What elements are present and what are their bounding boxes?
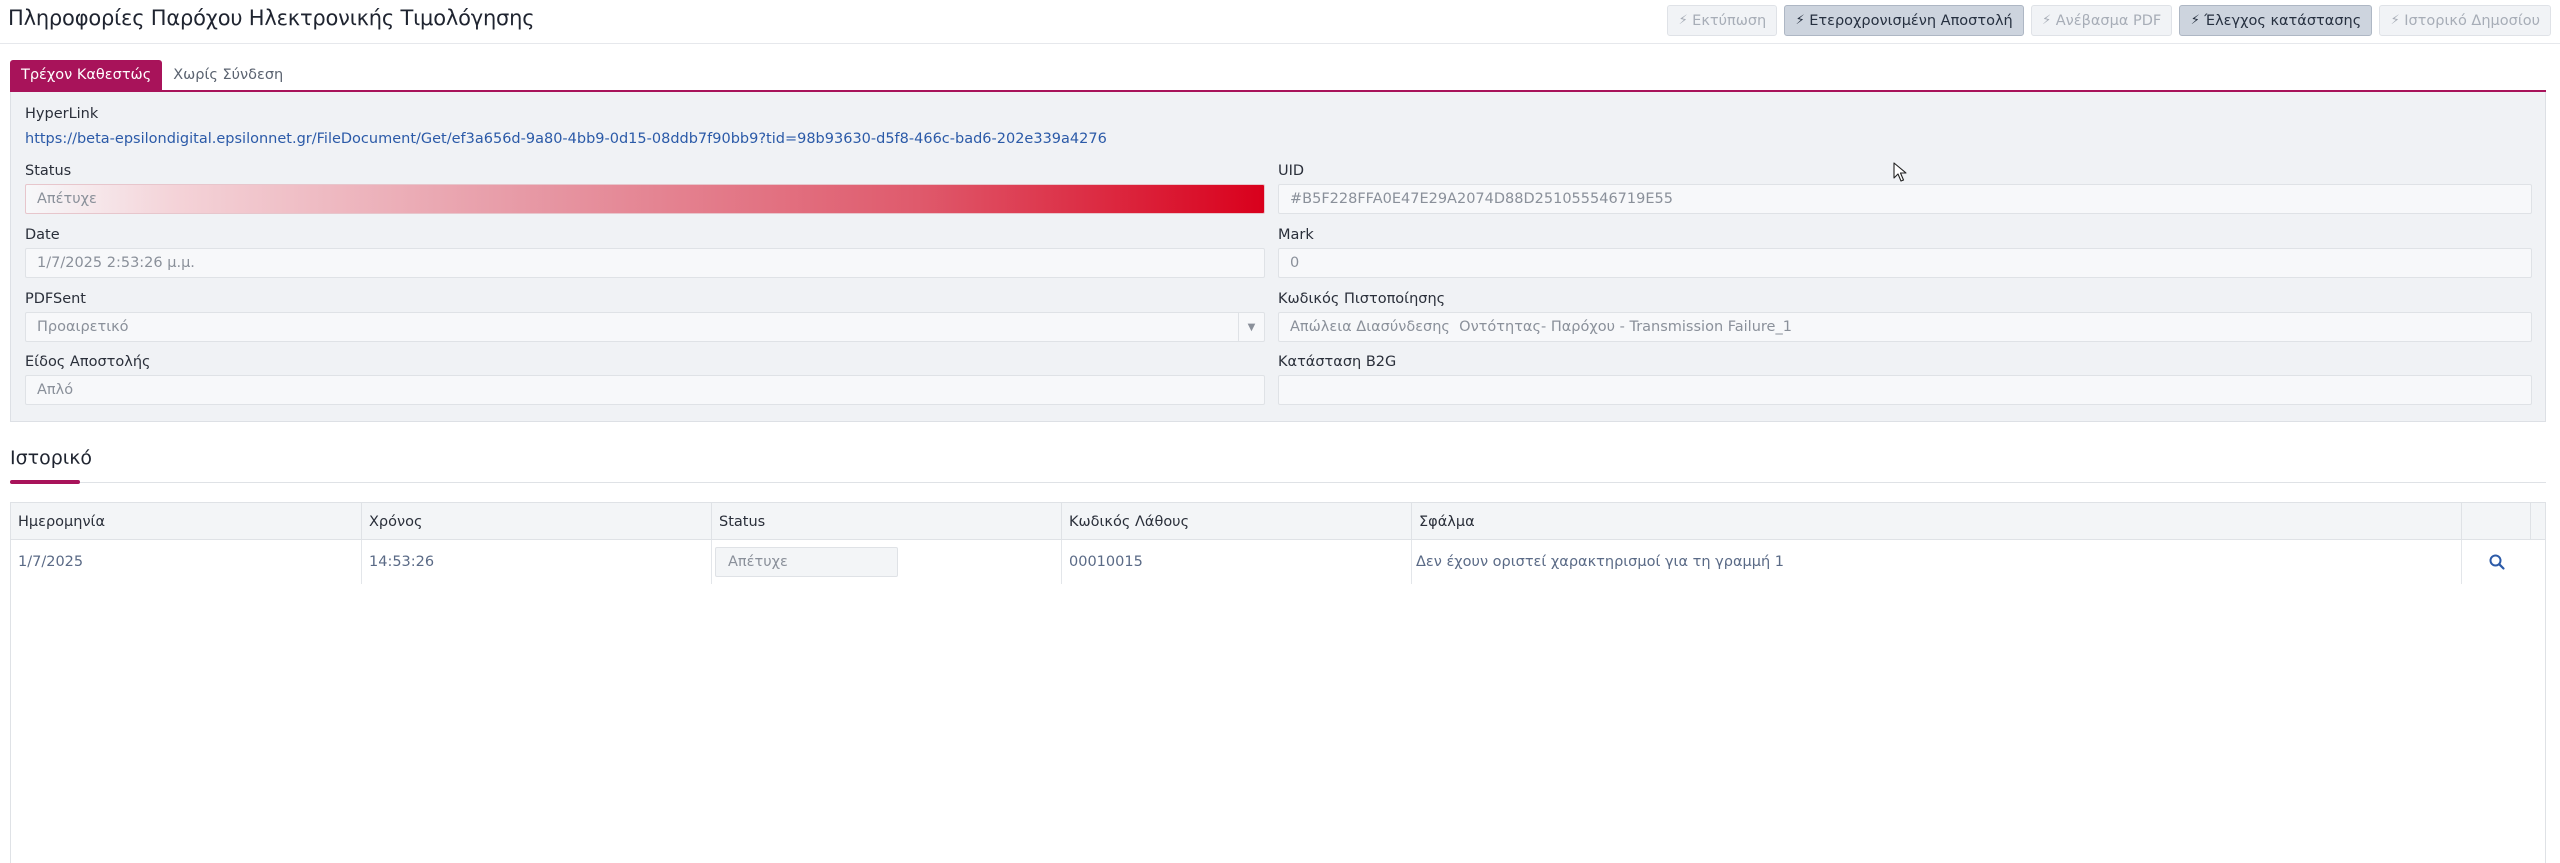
column-header-error-code[interactable]: Κωδικός Λάθους — [1062, 503, 1412, 540]
send-type-field[interactable]: Απλό — [25, 375, 1265, 405]
b2g-label: Κατάσταση B2G — [1278, 354, 1397, 370]
hyperlink-label: HyperLink — [25, 106, 99, 122]
uid-value: #B5F228FFA0E47E29A2074D88D251055546719E5… — [1290, 191, 1673, 207]
print-button-label: Εκτύπωση — [1692, 12, 1767, 29]
bolt-icon: ⚡︎ — [2042, 13, 2052, 28]
column-header-error[interactable]: Σφάλμα — [1412, 503, 2462, 540]
history-divider — [10, 482, 2546, 483]
status-field: Απέτυχε — [25, 184, 1265, 214]
auth-code-field[interactable]: Απώλεια Διασύνδεσης Οντότητας- Παρόχου -… — [1278, 312, 2532, 342]
send-type-label: Είδος Αποστολής — [25, 354, 151, 370]
page-header: Πληροφορίες Παρόχου Ηλεκτρονικής Τιμολόγ… — [0, 0, 2560, 44]
print-button[interactable]: ⚡︎ Εκτύπωση — [1667, 5, 1778, 36]
public-history-button[interactable]: ⚡︎ Ιστορικό Δημοσίου — [2379, 5, 2551, 36]
column-header-time[interactable]: Χρόνος — [362, 503, 712, 540]
auth-code-label: Κωδικός Πιστοποίησης — [1278, 291, 1446, 307]
history-title: Ιστορικό — [10, 447, 93, 469]
bolt-icon: ⚡︎ — [2390, 13, 2400, 28]
cell-time: 14:53:26 — [362, 540, 712, 584]
history-table: Ημερομηνία Χρόνος Status Κωδικός Λάθους … — [10, 502, 2546, 863]
bolt-icon: ⚡︎ — [2190, 13, 2200, 28]
tab-current-status[interactable]: Τρέχον Καθεστώς — [10, 60, 163, 90]
page-title: Πληροφορίες Παρόχου Ηλεκτρονικής Τιμολόγ… — [8, 6, 535, 30]
mouse-cursor-icon — [1893, 162, 1907, 182]
b2g-field[interactable] — [1278, 375, 2532, 405]
tab-bar: Τρέχον Καθεστώς Χωρίς Σύνδεση — [10, 60, 294, 90]
send-type-value: Απλό — [37, 382, 74, 398]
table-row[interactable]: 1/7/2025 14:53:26 Απέτυχε 00010015 Δεν έ… — [11, 540, 2545, 584]
upload-pdf-button[interactable]: ⚡︎ Ανέβασμα PDF — [2030, 5, 2173, 36]
status-badge: Απέτυχε — [715, 547, 898, 577]
tab-offline[interactable]: Χωρίς Σύνδεση — [162, 60, 294, 90]
search-icon[interactable] — [2487, 552, 2507, 572]
public-history-button-label: Ιστορικό Δημοσίου — [2404, 12, 2540, 29]
chevron-down-icon[interactable]: ▼ — [1238, 313, 1264, 341]
mark-field[interactable]: 0 — [1278, 248, 2532, 278]
check-status-button[interactable]: ⚡︎ Έλεγχος κατάστασης — [2179, 5, 2373, 36]
deferred-send-button[interactable]: ⚡︎ Ετεροχρονισμένη Αποστολή — [1784, 5, 2024, 36]
check-status-button-label: Έλεγχος κατάστασης — [2204, 12, 2362, 29]
cell-error-code: 00010015 — [1062, 540, 1412, 584]
cell-error: Δεν έχουν οριστεί χαρακτηρισμοί για τη γ… — [1412, 540, 2462, 584]
date-field[interactable]: 1/7/2025 2:53:26 μ.μ. — [25, 248, 1265, 278]
pdfsent-label: PDFSent — [25, 291, 86, 307]
pdfsent-select[interactable]: Προαιρετικό ▼ — [25, 312, 1265, 342]
column-header-date[interactable]: Ημερομηνία — [11, 503, 362, 540]
date-value: 1/7/2025 2:53:26 μ.μ. — [37, 255, 195, 271]
cell-actions — [2462, 540, 2531, 584]
bolt-icon: ⚡︎ — [1795, 13, 1805, 28]
status-value: Απέτυχε — [37, 191, 97, 207]
column-header-status[interactable]: Status — [712, 503, 1062, 540]
toolbar: ⚡︎ Εκτύπωση ⚡︎ Ετεροχρονισμένη Αποστολή … — [1667, 5, 2551, 36]
pdfsent-value: Προαιρετικό — [37, 319, 129, 335]
status-label: Status — [25, 163, 72, 179]
mark-label: Mark — [1278, 227, 1314, 243]
upload-pdf-button-label: Ανέβασμα PDF — [2055, 12, 2162, 29]
deferred-send-button-label: Ετεροχρονισμένη Αποστολή — [1809, 12, 2013, 29]
hyperlink-url[interactable]: https://beta-epsilondigital.epsilonnet.g… — [25, 131, 1107, 147]
auth-code-value: Απώλεια Διασύνδεσης Οντότητας- Παρόχου -… — [1290, 319, 1792, 335]
bolt-icon: ⚡︎ — [1678, 13, 1688, 28]
cell-status: Απέτυχε — [712, 540, 1062, 584]
cell-date: 1/7/2025 — [11, 540, 362, 584]
mark-value: 0 — [1290, 255, 1300, 271]
table-header: Ημερομηνία Χρόνος Status Κωδικός Λάθους … — [11, 503, 2545, 540]
uid-field[interactable]: #B5F228FFA0E47E29A2074D88D251055546719E5… — [1278, 184, 2532, 214]
column-header-actions — [2462, 503, 2531, 540]
date-label: Date — [25, 227, 60, 243]
uid-label: UID — [1278, 163, 1305, 179]
history-underline — [10, 480, 80, 484]
info-panel: HyperLink https://beta-epsilondigital.ep… — [10, 92, 2546, 422]
